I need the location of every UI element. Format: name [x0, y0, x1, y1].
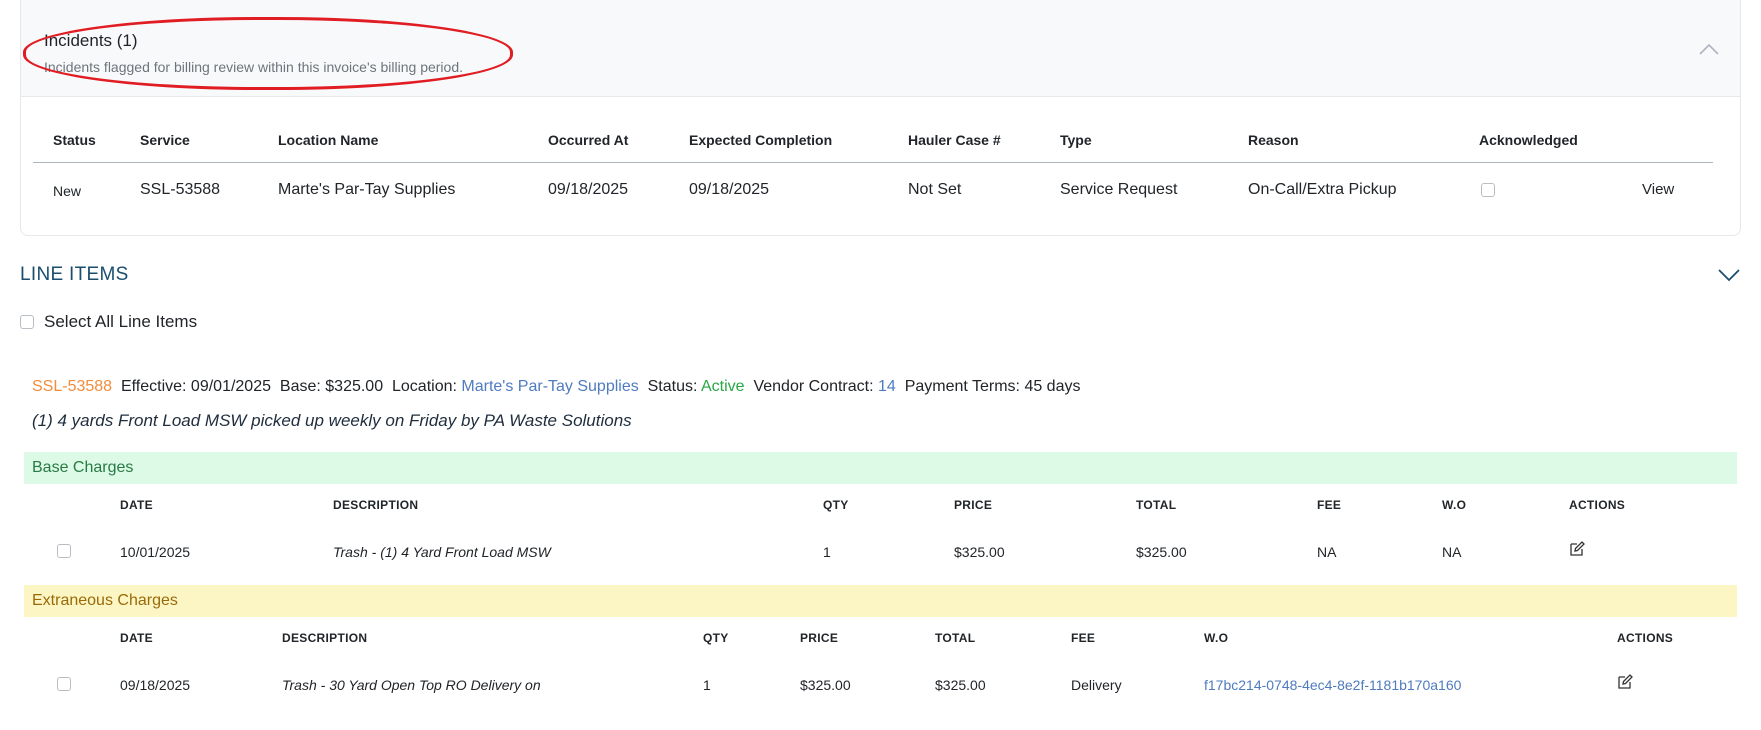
base-row-date: 10/01/2025	[120, 544, 191, 560]
incident-occurred-at: 09/18/2025	[548, 181, 629, 198]
incidents-table: Status Service Location Name Occurred At…	[33, 122, 1713, 215]
col-type: Type	[1060, 132, 1092, 148]
payment-terms-value: 45 days	[1024, 378, 1081, 395]
base-value: $325.00	[325, 378, 384, 395]
col-status: Status	[53, 132, 96, 148]
base-row-total: $325.00	[1136, 544, 1187, 560]
base-col-actions: ACTIONS	[1569, 498, 1626, 512]
incidents-subtitle: Incidents flagged for billing review wit…	[44, 59, 464, 75]
incidents-panel: Incidents (1) Incidents flagged for bill…	[20, 0, 1741, 236]
extra-row-description: Trash - 30 Yard Open Top RO Delivery on	[282, 677, 541, 693]
base-row-fee: NA	[1317, 544, 1337, 560]
service-summary: SSL-53588 Effective: 09/01/2025 Base: $3…	[32, 378, 1080, 396]
extra-col-actions: ACTIONS	[1617, 631, 1674, 645]
effective-label: Effective:	[120, 378, 187, 395]
vendor-contract-link[interactable]: 14	[878, 378, 896, 395]
extra-col-fee: FEE	[1071, 631, 1096, 645]
col-service: Service	[140, 132, 190, 148]
extra-col-description: DESCRIPTION	[282, 631, 368, 645]
incident-location-link[interactable]: Marte's Par-Tay Supplies	[278, 181, 455, 199]
base-row-checkbox[interactable]	[57, 544, 71, 558]
service-id[interactable]: SSL-53588	[32, 378, 112, 395]
highlight-annotation	[23, 17, 513, 90]
incident-hauler-case: Not Set	[908, 181, 962, 198]
base-col-total: TOTAL	[1136, 498, 1177, 512]
base-col-date: DATE	[120, 498, 153, 512]
col-occurred-at: Occurred At	[548, 132, 629, 148]
extra-col-total: TOTAL	[935, 631, 976, 645]
base-row-price: $325.00	[954, 544, 1005, 560]
vendor-contract-label: Vendor Contract:	[753, 378, 874, 395]
status-value: Active	[701, 378, 745, 395]
base-row-wo: NA	[1442, 544, 1462, 560]
base-col-qty: QTY	[823, 498, 849, 512]
service-description: (1) 4 yards Front Load MSW picked up wee…	[32, 411, 632, 430]
incidents-header[interactable]: Incidents (1) Incidents flagged for bill…	[21, 0, 1740, 97]
base-label: Base:	[279, 378, 321, 395]
extra-row-date: 09/18/2025	[120, 677, 191, 693]
status-label: Status:	[647, 378, 698, 395]
extra-col-date: DATE	[120, 631, 153, 645]
extra-row-qty: 1	[703, 677, 711, 693]
view-incident-link[interactable]: View	[1642, 181, 1674, 198]
select-all-checkbox[interactable]	[20, 315, 34, 329]
incidents-table-header: Status Service Location Name Occurred At…	[33, 122, 1713, 163]
col-expected-completion: Expected Completion	[689, 132, 833, 148]
extra-row-total: $325.00	[935, 677, 986, 693]
acknowledged-checkbox[interactable]	[1481, 183, 1495, 202]
select-all-label: Select All Line Items	[44, 312, 198, 331]
extra-row-checkbox[interactable]	[57, 677, 71, 691]
base-row-description: Trash - (1) 4 Yard Front Load MSW	[333, 544, 551, 560]
line-items-title: LINE ITEMS	[20, 264, 129, 285]
incident-service-link[interactable]: SSL-53588	[140, 181, 220, 199]
work-order-link[interactable]: f17bc214-0748-4ec4-8e2f-1181b170a160	[1204, 677, 1461, 693]
select-all-line-items[interactable]: Select All Line Items	[20, 312, 197, 332]
chevron-up-icon[interactable]	[1698, 42, 1720, 56]
base-charges-header: Base Charges	[24, 452, 1737, 484]
base-col-price: PRICE	[954, 498, 993, 512]
incident-expected-completion: 09/18/2025	[689, 181, 770, 198]
location-label: Location:	[392, 378, 457, 395]
extra-col-qty: QTY	[703, 631, 729, 645]
incidents-title: Incidents (1)	[44, 31, 138, 50]
edit-icon[interactable]	[1569, 541, 1585, 557]
table-row: New SSL-53588 Marte's Par-Tay Supplies 0…	[33, 163, 1713, 215]
col-hauler-case: Hauler Case #	[908, 132, 1001, 148]
extra-col-price: PRICE	[800, 631, 839, 645]
location-link[interactable]: Marte's Par-Tay Supplies	[461, 378, 638, 395]
extraneous-charges-header: Extraneous Charges	[24, 585, 1737, 617]
base-col-wo: W.O	[1442, 498, 1467, 512]
base-col-description: DESCRIPTION	[333, 498, 419, 512]
base-row-qty: 1	[823, 544, 831, 560]
payment-terms-label: Payment Terms:	[904, 378, 1020, 395]
incident-status: New	[53, 183, 82, 199]
incident-type: Service Request	[1060, 181, 1178, 198]
edit-icon[interactable]	[1617, 674, 1633, 690]
extra-col-wo: W.O	[1204, 631, 1229, 645]
incident-reason: On-Call/Extra Pickup	[1248, 181, 1397, 198]
col-location-name: Location Name	[278, 132, 379, 148]
extra-row-price: $325.00	[800, 677, 851, 693]
chevron-down-icon[interactable]	[1717, 268, 1741, 282]
base-col-fee: FEE	[1317, 498, 1342, 512]
col-reason: Reason	[1248, 132, 1299, 148]
extra-row-fee: Delivery	[1071, 677, 1122, 693]
col-acknowledged: Acknowledged	[1479, 132, 1578, 148]
effective-value: 09/01/2025	[190, 378, 271, 395]
